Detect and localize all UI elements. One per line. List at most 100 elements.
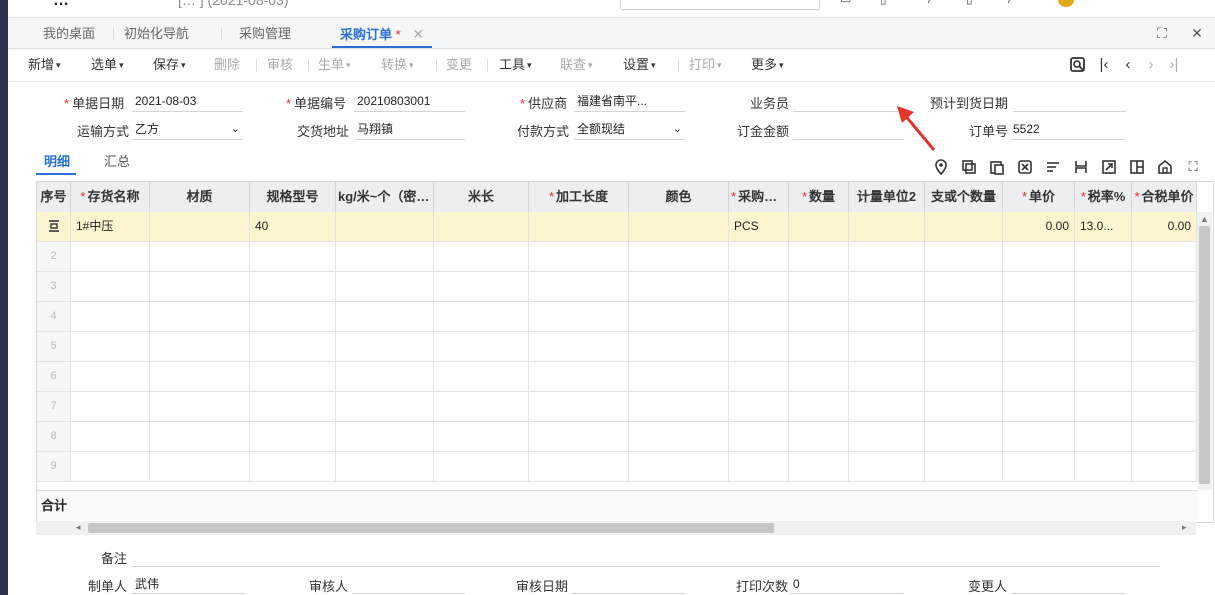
next-record-icon[interactable]: › <box>1142 56 1160 74</box>
grid-cell[interactable] <box>789 392 849 421</box>
grid-cell[interactable] <box>529 332 629 361</box>
column-header[interactable]: * 合税单价 <box>1132 182 1197 212</box>
grid-cell[interactable] <box>71 422 150 451</box>
grid-cell[interactable] <box>434 212 529 241</box>
grid-cell[interactable] <box>529 392 629 421</box>
grid-cell[interactable]: 40 <box>250 212 336 241</box>
grid-cell[interactable] <box>1132 422 1197 451</box>
remark-field[interactable] <box>132 548 1160 567</box>
column-header[interactable]: * 加工长度 <box>529 182 629 212</box>
grid-cell[interactable] <box>336 332 434 361</box>
message-icon[interactable]: ▭ <box>840 0 852 5</box>
scrollbar-thumb[interactable] <box>88 523 774 533</box>
grid-cell[interactable] <box>434 392 529 421</box>
grid-cell[interactable] <box>849 212 925 241</box>
grid-cell[interactable] <box>1003 392 1075 421</box>
fullscreen-icon[interactable]: ⛶ <box>1153 24 1171 42</box>
grid-cell[interactable] <box>336 362 434 391</box>
bell-icon[interactable]: ▯ <box>966 0 978 5</box>
grid-cell[interactable] <box>71 362 150 391</box>
grid-cell[interactable] <box>729 272 789 301</box>
grid-cell[interactable] <box>250 362 336 391</box>
table-row[interactable]: 9 <box>37 452 1197 482</box>
grid-cell[interactable] <box>1132 242 1197 271</box>
subtab-detail[interactable]: 明细 <box>44 151 70 170</box>
scroll-up-icon[interactable]: ▲ <box>1200 214 1209 224</box>
grid-cell[interactable] <box>434 272 529 301</box>
previous-record-icon[interactable]: ‹ <box>1119 56 1137 74</box>
grid-cell[interactable] <box>529 272 629 301</box>
grid-cell[interactable] <box>150 242 250 271</box>
table-row[interactable]: 5 <box>37 332 1197 362</box>
grid-cell[interactable] <box>629 422 729 451</box>
grid-cell[interactable] <box>629 302 729 331</box>
grid-cell[interactable] <box>250 272 336 301</box>
grid-cell[interactable] <box>849 302 925 331</box>
grid-cell[interactable] <box>925 392 1003 421</box>
grid-cell[interactable] <box>250 302 336 331</box>
grid-cell[interactable] <box>1132 362 1197 391</box>
table-row[interactable]: 3 <box>37 272 1197 302</box>
table-row[interactable]: 4 <box>37 302 1197 332</box>
grid-cell[interactable] <box>336 242 434 271</box>
grid-cell[interactable]: 1#中压 <box>71 212 150 241</box>
table-row[interactable]: 1#中压 40 PCS 0.00 13.0... 0.00 <box>37 212 1197 242</box>
grid-cell[interactable] <box>925 452 1003 481</box>
grid-cell[interactable] <box>434 302 529 331</box>
grid-cell[interactable] <box>629 242 729 271</box>
scroll-left-icon[interactable]: ◂ <box>76 522 81 533</box>
grid-cell[interactable] <box>789 452 849 481</box>
column-header[interactable]: 米长 <box>434 182 529 212</box>
grid-cell[interactable] <box>434 242 529 271</box>
grid-cell[interactable] <box>150 212 250 241</box>
grid-cell[interactable] <box>150 452 250 481</box>
grid-cell[interactable] <box>1003 362 1075 391</box>
grid-cell[interactable] <box>529 362 629 391</box>
grid-cell[interactable] <box>629 452 729 481</box>
grid-cell[interactable] <box>925 212 1003 241</box>
grid-cell[interactable] <box>729 422 789 451</box>
grid-cell[interactable] <box>1075 332 1132 361</box>
grid-cell[interactable] <box>729 452 789 481</box>
first-record-icon[interactable]: |‹ <box>1095 56 1113 74</box>
column-header[interactable]: 材质 <box>150 182 250 212</box>
grid-cell[interactable] <box>1003 332 1075 361</box>
convert-button[interactable]: 转换 ▾ <box>381 49 414 81</box>
grid-cell[interactable] <box>1075 302 1132 331</box>
grid-cell[interactable] <box>849 452 925 481</box>
grid-cell[interactable]: 0.00 <box>1003 212 1075 241</box>
grid-cell[interactable] <box>434 362 529 391</box>
grid-cell[interactable] <box>1132 272 1197 301</box>
grid-cell[interactable] <box>849 362 925 391</box>
grid-cell[interactable]: 0.00 <box>1132 212 1197 241</box>
search-doc-icon[interactable] <box>1069 56 1087 74</box>
grid-cell[interactable] <box>629 392 729 421</box>
grid-cell[interactable] <box>629 212 729 241</box>
grid-cell[interactable] <box>1132 332 1197 361</box>
grid-cell[interactable] <box>150 332 250 361</box>
link-icon[interactable]: / <box>928 0 940 5</box>
select-button[interactable]: 选单 ▾ <box>91 49 124 81</box>
avatar[interactable] <box>1058 0 1074 7</box>
grid-cell[interactable] <box>250 452 336 481</box>
grid-cell[interactable] <box>529 242 629 271</box>
table-row[interactable]: 8 <box>37 422 1197 452</box>
grid-cell[interactable] <box>434 452 529 481</box>
grid-cell[interactable] <box>71 332 150 361</box>
grid-cell[interactable] <box>150 302 250 331</box>
grid-cell[interactable] <box>250 332 336 361</box>
expand-grid-icon[interactable]: ⛶ <box>1185 159 1201 175</box>
split-icon[interactable] <box>1073 159 1089 175</box>
vertical-scrollbar[interactable]: ▲ <box>1197 212 1212 490</box>
chart-icon[interactable]: ▯ <box>880 0 892 5</box>
close-window-icon[interactable]: ✕ <box>1188 24 1206 42</box>
grid-cell[interactable] <box>336 422 434 451</box>
tab-desktop[interactable]: 我的桌面 <box>35 18 103 48</box>
generate-button[interactable]: 生单 ▾ <box>318 49 351 81</box>
grid-cell[interactable] <box>1075 362 1132 391</box>
grid-cell[interactable] <box>1003 242 1075 271</box>
grid-cell[interactable] <box>1003 422 1075 451</box>
grid-cell[interactable] <box>729 242 789 271</box>
row-handle-icon[interactable] <box>37 212 71 241</box>
grid-cell[interactable] <box>529 302 629 331</box>
